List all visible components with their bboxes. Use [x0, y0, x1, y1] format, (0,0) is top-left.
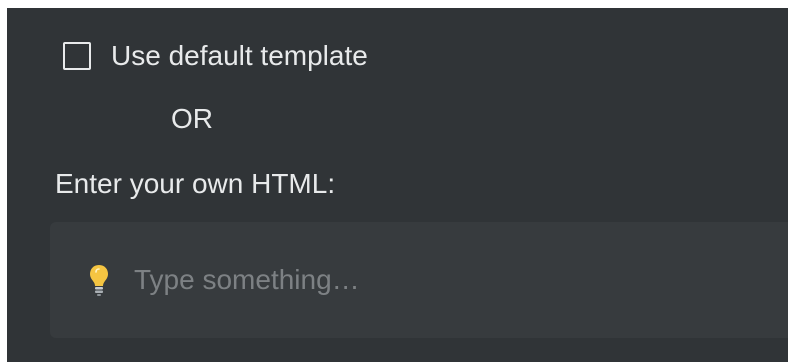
default-template-option[interactable]: Use default template	[63, 38, 368, 74]
default-template-checkbox[interactable]	[63, 42, 91, 70]
default-template-label[interactable]: Use default template	[111, 40, 368, 72]
template-panel: Use default template OR Enter your own H…	[7, 8, 788, 362]
lightbulb-icon	[88, 263, 110, 297]
or-separator: OR	[171, 103, 213, 134]
custom-html-label: Enter your own HTML:	[55, 168, 336, 199]
custom-html-input-container[interactable]	[50, 222, 788, 338]
custom-html-input[interactable]	[132, 257, 788, 303]
